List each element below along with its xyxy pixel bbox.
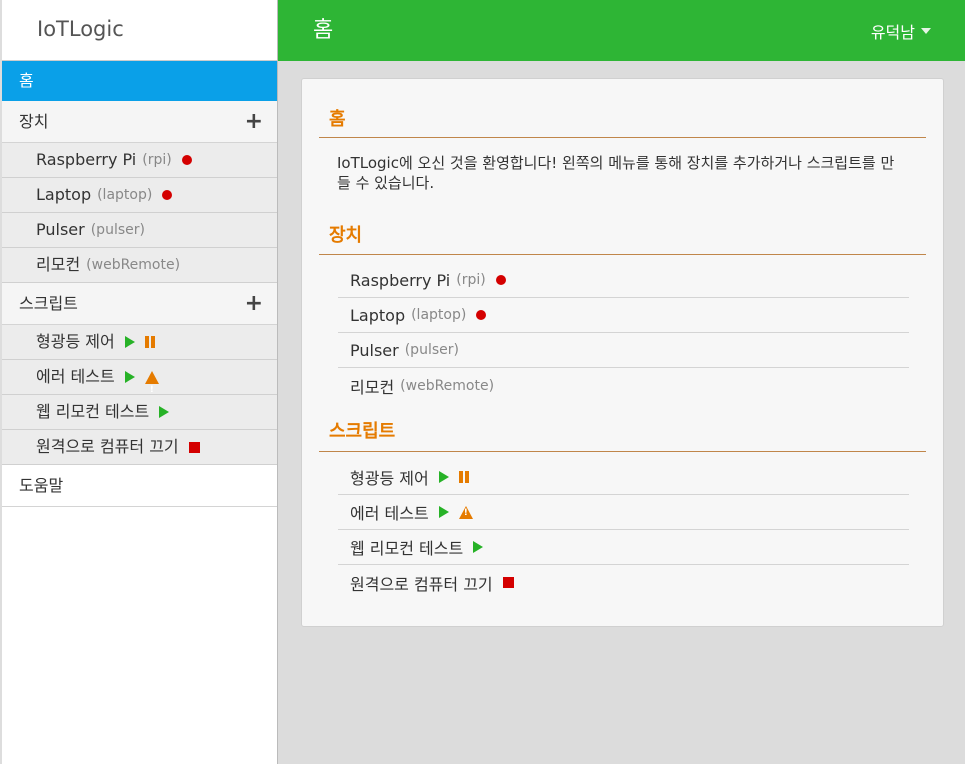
script-name: 웹 리모컨 테스트 (36, 402, 150, 421)
sidebar-script-list: 형광등 제어에러 테스트웹 리모컨 테스트원격으로 컴퓨터 끄기 (2, 325, 277, 465)
app-logo[interactable]: IoTLogic (2, 0, 277, 61)
plus-icon[interactable]: + (245, 292, 263, 315)
device-id: (laptop) (97, 187, 153, 203)
script-name: 원격으로 컴퓨터 끄기 (350, 574, 493, 594)
device-name: Laptop (350, 305, 406, 325)
play-icon (473, 541, 484, 553)
stop-icon (502, 577, 514, 588)
script-name: 형광등 제어 (350, 469, 429, 488)
device-id: (pulser) (404, 342, 459, 358)
offline-dot-icon (162, 190, 173, 200)
play-icon (438, 506, 449, 518)
device-list: Raspberry Pi (rpi) Laptop (laptop) Pulser (pu… (338, 263, 909, 403)
offline-dot-icon (476, 310, 487, 320)
sidebar-script-item[interactable]: 원격으로 컴퓨터 끄기 (2, 430, 277, 465)
device-name: Pulser (36, 220, 85, 239)
play-icon (159, 406, 170, 418)
warning-icon (458, 505, 473, 519)
device-name: 리모컨 (36, 255, 81, 274)
script-list-item[interactable]: 원격으로 컴퓨터 끄기 (338, 565, 909, 600)
device-name: Raspberry Pi (36, 150, 137, 169)
device-id: (webRemote) (86, 257, 181, 273)
offline-dot-icon (181, 155, 192, 165)
script-list-item[interactable]: 에러 테스트 (338, 495, 909, 530)
device-id: (webRemote) (400, 377, 495, 394)
device-id: (rpi) (142, 152, 172, 168)
warning-icon (144, 370, 159, 407)
sidebar-script-item[interactable]: 웹 리모컨 테스트 (2, 395, 277, 430)
sidebar-section-label: 장치 (19, 111, 49, 131)
script-name: 에러 테스트 (36, 367, 115, 386)
script-list-item[interactable]: 형광등 제어 (338, 460, 909, 495)
scripts-heading: 스크립트 (319, 417, 926, 452)
page-title: 홈 (313, 18, 334, 43)
device-list-item[interactable]: 리모컨 (webRemote) (338, 368, 909, 403)
device-name: Raspberry Pi (350, 270, 451, 290)
sidebar: IoTLogic 홈 장치 + Raspberry Pi (rpi) Laptop (… (0, 0, 278, 764)
sidebar-item-help[interactable]: 도움말 (2, 465, 277, 507)
sidebar-device-item[interactable]: Raspberry Pi (rpi) (2, 143, 277, 178)
device-name: Laptop (36, 185, 92, 204)
script-name: 웹 리모컨 테스트 (350, 539, 464, 558)
play-icon (124, 336, 135, 348)
device-list-item[interactable]: Raspberry Pi (rpi) (338, 263, 909, 298)
device-name: 리모컨 (350, 377, 395, 397)
pause-icon (144, 336, 155, 348)
user-name: 유덕남 (870, 23, 915, 42)
sidebar-script-item[interactable]: 에러 테스트 (2, 360, 277, 407)
top-header: 홈 유덕남 (278, 0, 965, 61)
user-menu[interactable]: 유덕남 (871, 19, 931, 43)
sidebar-section-devices[interactable]: 장치 + (2, 101, 277, 143)
devices-heading: 장치 (319, 221, 926, 255)
script-name: 형광등 제어 (36, 332, 115, 351)
device-list-item[interactable]: Laptop (laptop) (338, 298, 909, 333)
sidebar-section-label: 도움말 (19, 475, 64, 495)
offline-dot-icon (495, 275, 506, 285)
script-list: 형광등 제어에러 테스트웹 리모컨 테스트원격으로 컴퓨터 끄기 (338, 460, 909, 600)
device-name: Pulser (350, 340, 399, 360)
home-heading: 홈 (319, 105, 926, 138)
script-name: 원격으로 컴퓨터 끄기 (36, 437, 179, 456)
device-id: (pulser) (90, 222, 145, 238)
sidebar-device-item[interactable]: 리모컨 (webRemote) (2, 248, 277, 283)
sidebar-section-label: 스크립트 (19, 293, 78, 313)
sidebar-section-scripts[interactable]: 스크립트 + (2, 283, 277, 325)
script-name: 에러 테스트 (350, 504, 429, 523)
home-card: 홈 IoTLogic에 오신 것을 환영합니다! 왼쪽의 메뉴를 통해 장치를 … (301, 78, 944, 627)
play-icon (124, 371, 135, 383)
sidebar-item-home[interactable]: 홈 (2, 61, 277, 101)
device-id: (laptop) (411, 307, 467, 323)
device-list-item[interactable]: Pulser (pulser) (338, 333, 909, 368)
stop-icon (188, 441, 200, 453)
sidebar-device-item[interactable]: Laptop (laptop) (2, 178, 277, 213)
sidebar-script-item[interactable]: 형광등 제어 (2, 325, 277, 360)
script-list-item[interactable]: 웹 리모컨 테스트 (338, 530, 909, 565)
play-icon (438, 471, 449, 483)
plus-icon[interactable]: + (245, 110, 263, 133)
sidebar-device-item[interactable]: Pulser (pulser) (2, 213, 277, 248)
caret-down-icon (921, 28, 931, 34)
welcome-text: IoTLogic에 오신 것을 환영합니다! 왼쪽의 메뉴를 통해 장치를 추가… (337, 154, 895, 192)
sidebar-device-list: Raspberry Pi (rpi) Laptop (laptop) Pulser (pu… (2, 143, 277, 283)
pause-icon (458, 471, 469, 483)
device-id: (rpi) (456, 272, 486, 288)
